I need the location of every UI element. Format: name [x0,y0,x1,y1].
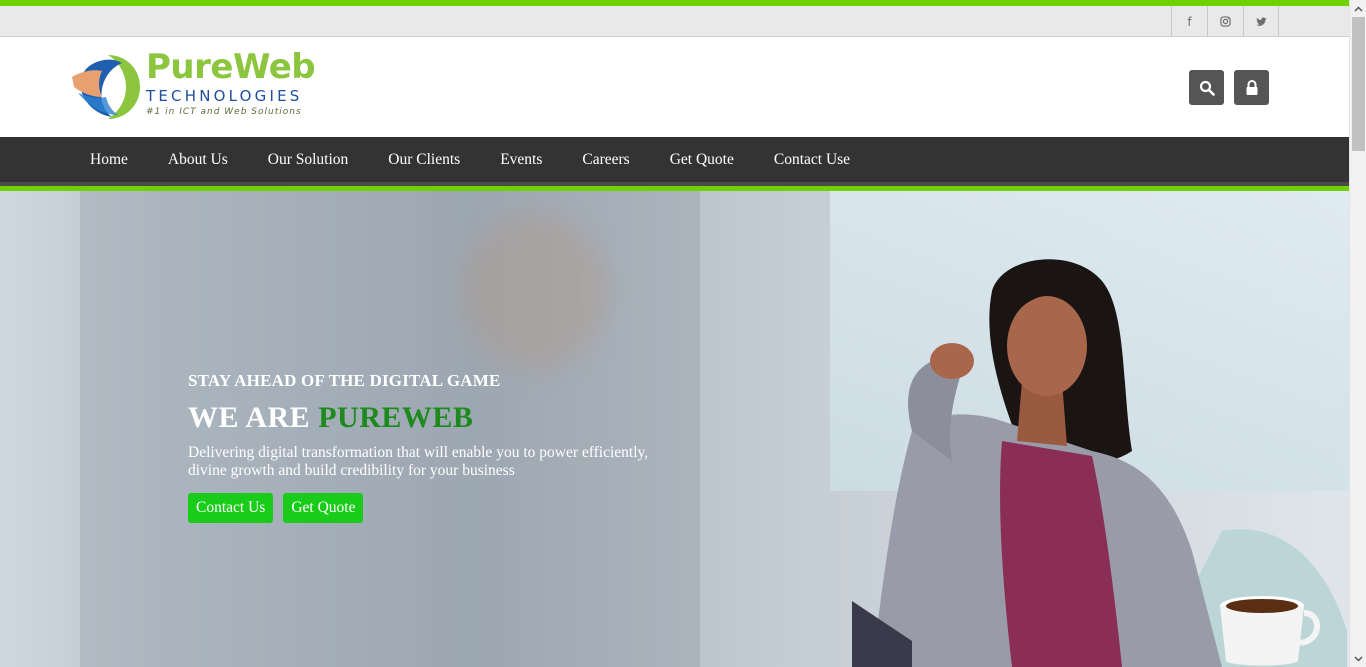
site-logo[interactable]: PureWeb TECHNOLOGIES #1 in ICT and Web S… [68,47,328,125]
scrollbar-thumb[interactable] [1352,17,1365,151]
nav-item-careers[interactable]: Careers [562,137,649,182]
logo-subtitle: TECHNOLOGIES [146,87,303,105]
search-button[interactable] [1189,70,1224,105]
nav-item-about-us[interactable]: About Us [148,137,248,182]
hero-background-figure [460,211,610,371]
scroll-up-icon[interactable] [1350,0,1366,17]
hero-cta-group: Contact Us Get Quote [188,493,688,523]
logo-title: PureWeb [146,47,316,87]
hero-content: STAY AHEAD OF THE DIGITAL GAME WE ARE PU… [188,371,688,523]
hero-headline: WE ARE PUREWEB [188,401,688,435]
hero-description: Delivering digital transformation that w… [188,444,649,479]
hero-eyebrow: STAY AHEAD OF THE DIGITAL GAME [188,371,501,390]
hero-banner: STAY AHEAD OF THE DIGITAL GAME WE ARE PU… [0,191,1349,667]
scroll-down-icon[interactable] [1350,650,1366,667]
site-header: PureWeb TECHNOLOGIES #1 in ICT and Web S… [0,37,1349,137]
login-button[interactable] [1234,70,1269,105]
contact-us-button[interactable]: Contact Us [188,493,274,523]
nav-item-our-solution[interactable]: Our Solution [248,137,369,182]
nav-item-get-quote[interactable]: Get Quote [650,137,754,182]
top-bar: f [0,6,1349,37]
nav-item-home[interactable]: Home [70,137,148,182]
page-scrollbar[interactable] [1349,0,1366,667]
search-icon [1199,80,1215,96]
nav-item-our-clients[interactable]: Our Clients [368,137,480,182]
twitter-icon[interactable] [1243,6,1279,37]
logo-mark-icon [72,55,140,119]
get-quote-button[interactable]: Get Quote [283,493,364,523]
nav-item-contact[interactable]: Contact Use [754,137,870,182]
social-links: f [1171,6,1279,37]
main-nav: Home About Us Our Solution Our Clients E… [0,137,1349,182]
nav-item-events[interactable]: Events [480,137,562,182]
hero-person-image [852,259,1347,667]
lock-icon [1246,79,1257,95]
hero-headline-prefix: WE ARE [188,401,319,434]
logo-tagline: #1 in ICT and Web Solutions [146,107,302,117]
facebook-icon[interactable]: f [1171,6,1207,37]
hero-headline-highlight: PUREWEB [318,401,474,434]
instagram-icon[interactable] [1207,6,1243,37]
